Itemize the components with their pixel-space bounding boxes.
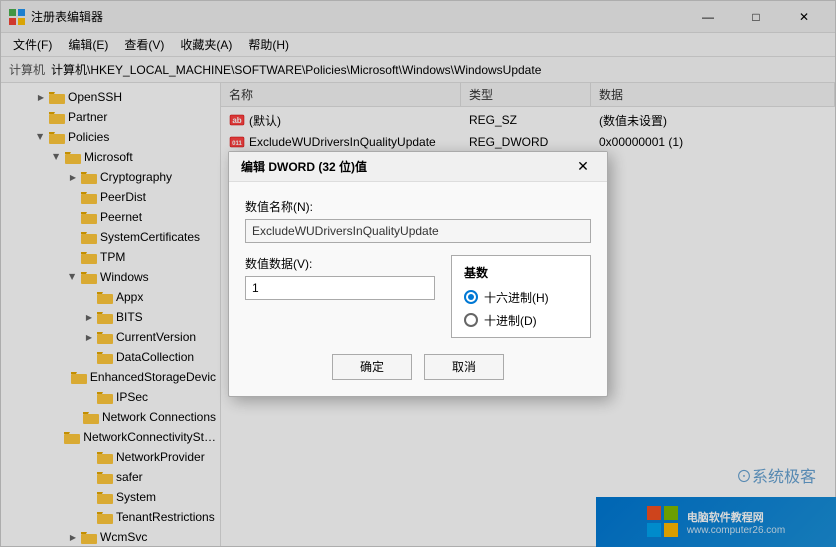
dialog-close-button[interactable]: ✕ — [571, 154, 595, 178]
radio-hex-btn[interactable] — [464, 290, 478, 304]
dialog-data-input[interactable] — [245, 276, 435, 300]
dialog-confirm-button[interactable]: 确定 — [332, 354, 412, 380]
dialog-name-label: 数值名称(N): — [245, 198, 591, 215]
radio-dec-btn[interactable] — [464, 313, 478, 327]
dialog-title-bar: 编辑 DWORD (32 位)值 ✕ — [229, 152, 607, 182]
dialog-cancel-button[interactable]: 取消 — [424, 354, 504, 380]
dialog-data-label: 数值数据(V): — [245, 255, 435, 272]
radio-dec[interactable]: 十进制(D) — [464, 312, 578, 329]
dialog-base-col: 基数 十六进制(H) 十进制(D) — [451, 255, 591, 338]
dialog-name-input[interactable] — [245, 219, 591, 243]
radio-hex-label: 十六进制(H) — [484, 289, 549, 306]
dialog-title-text: 编辑 DWORD (32 位)值 — [241, 158, 571, 175]
edit-dword-dialog: 编辑 DWORD (32 位)值 ✕ 数值名称(N): 数值数据(V): — [228, 151, 608, 397]
dialog-body: 数值名称(N): 数值数据(V): 基数 — [229, 182, 607, 396]
radio-group-base: 基数 十六进制(H) 十进制(D) — [451, 255, 591, 338]
modal-overlay: 编辑 DWORD (32 位)值 ✕ 数值名称(N): 数值数据(V): — [0, 0, 836, 547]
dialog-footer: 确定 取消 — [245, 354, 591, 380]
radio-dec-label: 十进制(D) — [484, 312, 537, 329]
radio-hex-dot — [468, 294, 474, 300]
radio-hex[interactable]: 十六进制(H) — [464, 289, 578, 306]
dialog-data-row: 数值数据(V): 基数 十六进制(H) — [245, 255, 591, 338]
base-label: 基数 — [464, 264, 578, 281]
dialog-data-col: 数值数据(V): — [245, 255, 435, 338]
dialog-name-field: 数值名称(N): — [245, 198, 591, 243]
